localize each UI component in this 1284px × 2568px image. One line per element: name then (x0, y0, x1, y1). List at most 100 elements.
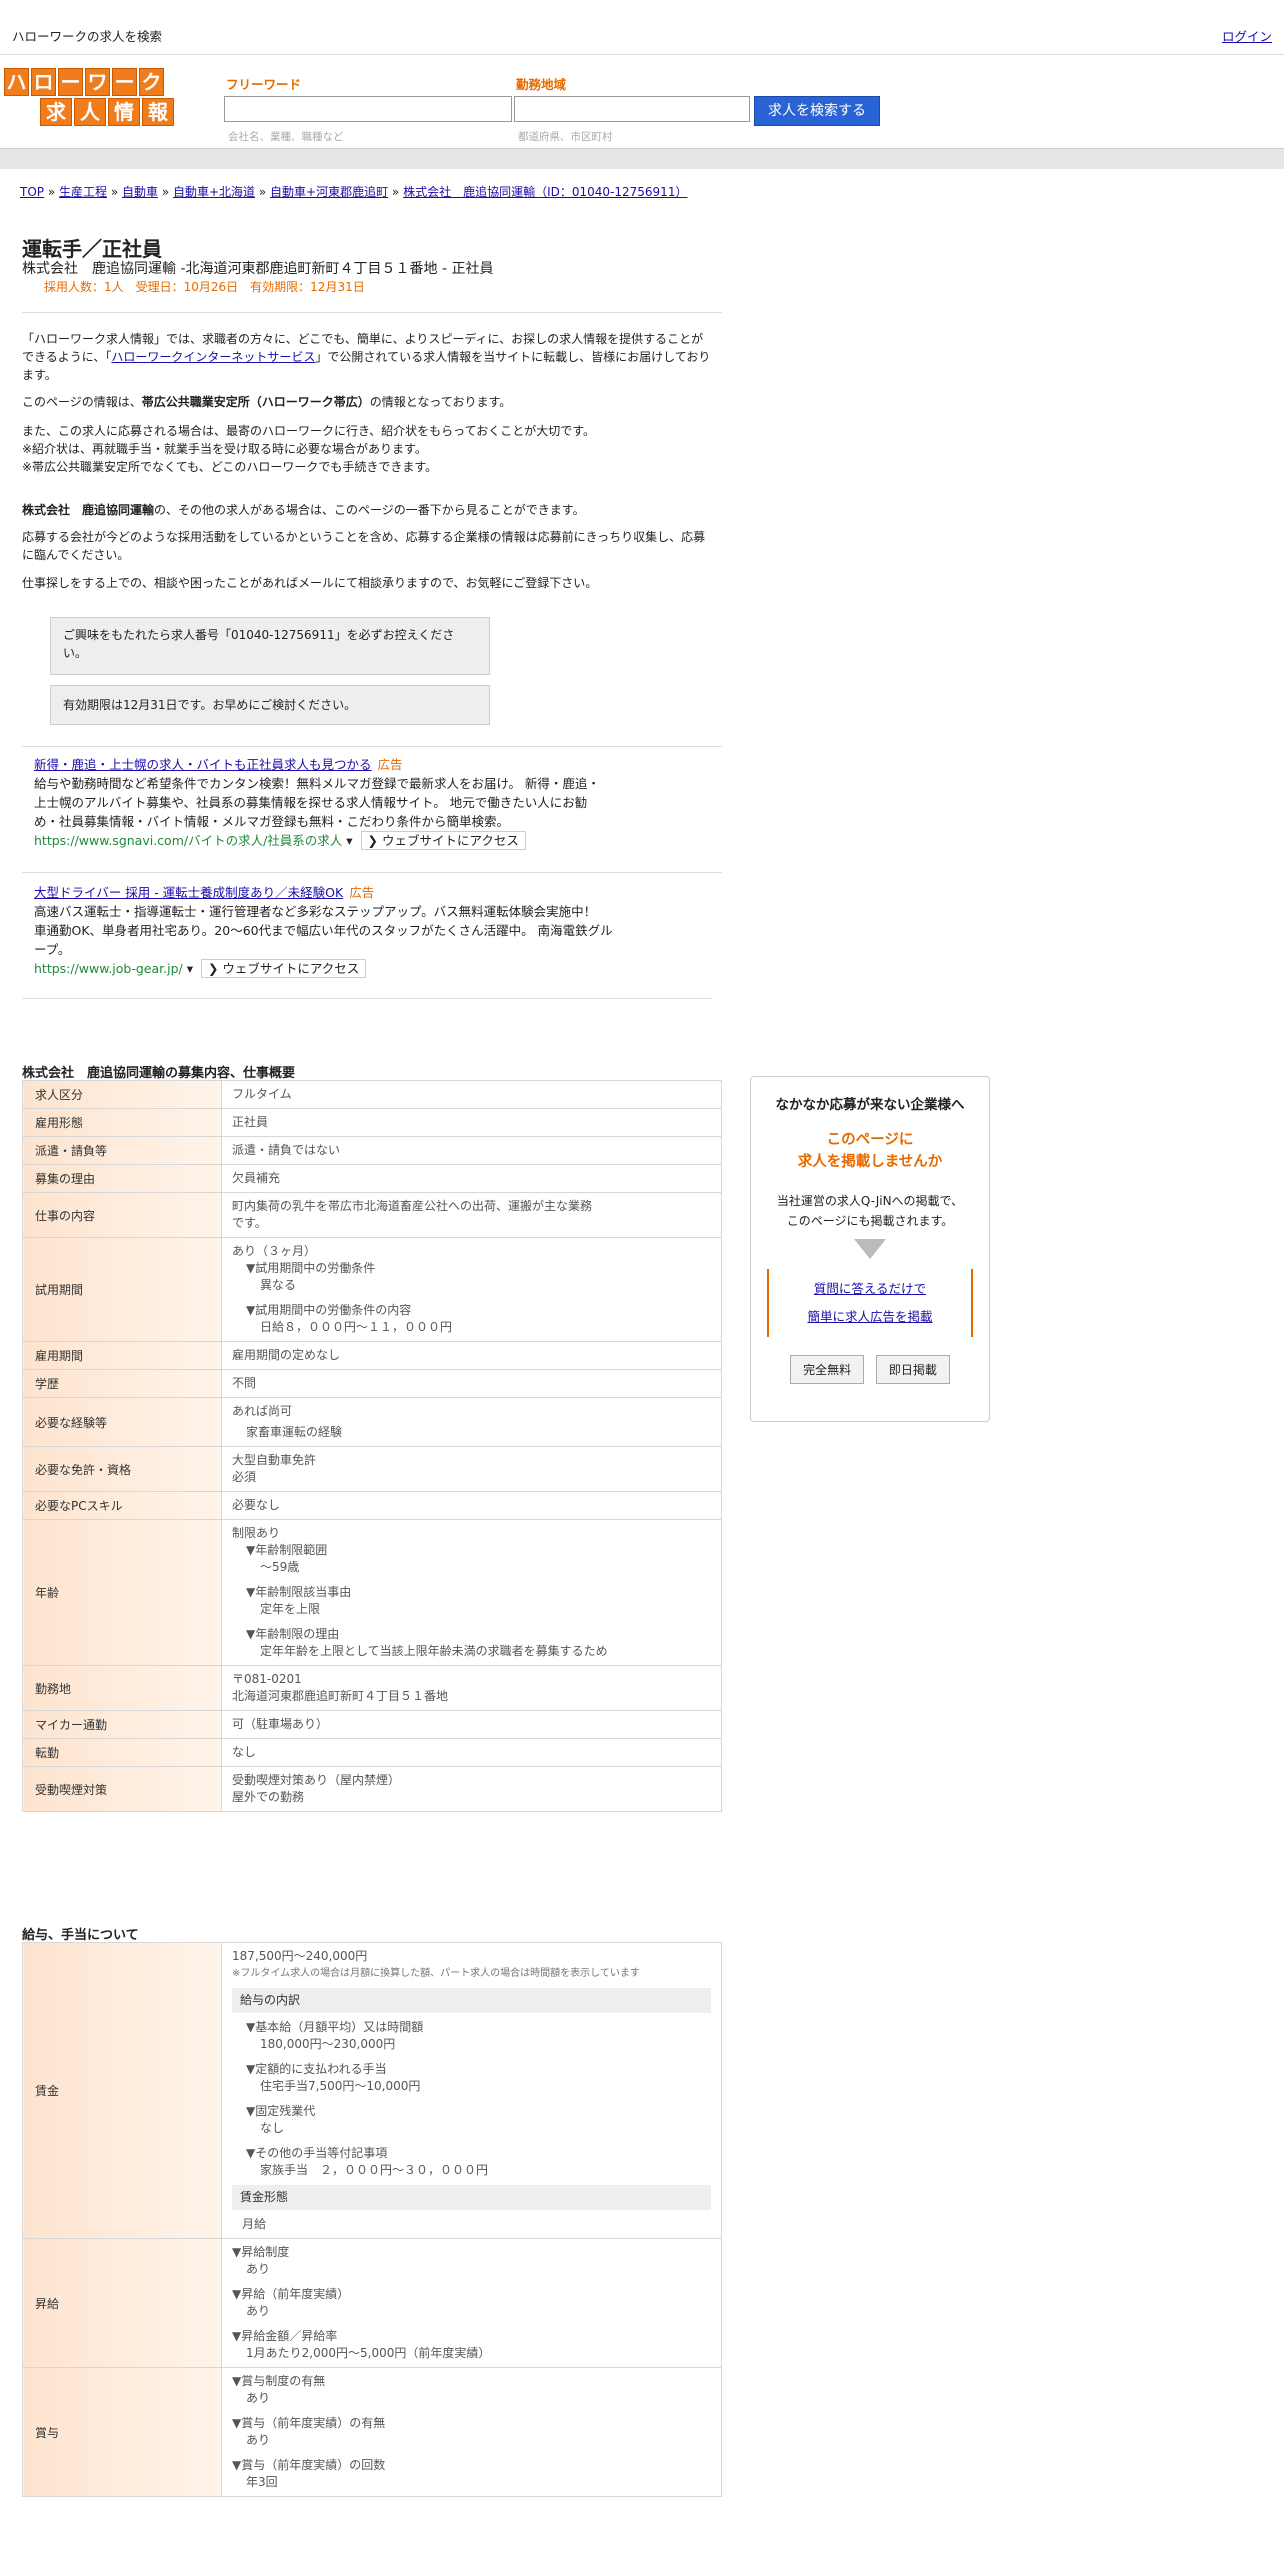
table-row: 学歴 不問 (22, 1369, 722, 1398)
value-line: 定年を上限 (260, 1602, 321, 1616)
value-line: 屋外での勤務 (232, 1790, 305, 1804)
value-line: あり (246, 2304, 271, 2318)
job-details-table: 求人区分 フルタイム 雇用形態 正社員 派遣・請負等 派遣・請負ではない 募集の理由欠… (22, 1080, 722, 1812)
free-badge-button[interactable]: 完全無料 (790, 1355, 865, 1384)
logo-char: ー (112, 68, 137, 96)
intro-paragraph-3: また、この求人に応募される場合は、最寄のハローワークに行き、紹介状をもらっておく… (22, 422, 714, 476)
breadcrumb-link[interactable]: 自動車 (122, 185, 158, 199)
ad-headline[interactable]: 新得・鹿追・上士幌の求人・バイトも正社員求人も見つかる (34, 757, 372, 772)
notice-box: ご興味をもたれたら求人番号「01040-12756911」を必ずお控えください。 (50, 617, 490, 675)
promo-catch-line: このページに (826, 1132, 914, 1148)
row-value: あれば尚可 家畜車運転の経験 (221, 1397, 722, 1447)
row-value: フルタイム (221, 1080, 722, 1109)
row-value: 可（駐車場あり） (221, 1710, 722, 1739)
value-line: ▼試用期間中の労働条件 (246, 1261, 376, 1275)
row-header: 仕事の内容 (22, 1192, 222, 1238)
divider (22, 312, 722, 313)
hellowork-logo[interactable]: ハ ロ ー ワ ー ク 求 人 情 報 (4, 68, 180, 126)
visit-website-button[interactable]: ❯ ウェブサイトにアクセス (200, 959, 367, 978)
freeword-hint: 会社名、業種、職種など (228, 131, 344, 143)
ad-body: ープ。 (34, 942, 71, 957)
hellowork-internet-link[interactable]: ハローワークインターネットサービス (111, 350, 315, 364)
ad-url[interactable]: https://www.sgnavi.com/バイトの求人/社員系の求人 (34, 833, 342, 848)
company-name: 株式会社 鹿追協同運輸 (22, 503, 155, 517)
table-row: 必要な経験等 あれば尚可 家畜車運転の経験 (22, 1397, 722, 1447)
promo-catch: このページに 求人を掲載しませんか (751, 1129, 989, 1173)
row-value: 受動喫煙対策あり（屋内禁煙） 屋外での勤務 (221, 1766, 722, 1812)
row-header: 昇給 (22, 2238, 222, 2368)
row-header: 必要なPCスキル (22, 1491, 222, 1520)
search-button[interactable]: 求人を検索する (754, 96, 880, 126)
logo-char: ハ (4, 68, 29, 96)
row-header: 募集の理由 (22, 1164, 222, 1193)
row-value: 派遣・請負ではない (221, 1136, 722, 1165)
intro-line: ※帯広公共職業安定所でなくても、どこのハローワークでも手続きできます。 (22, 460, 438, 474)
ad-url[interactable]: https://www.job-gear.jp/ (34, 961, 183, 976)
value-line: ▼賞与制度の有無 (232, 2374, 326, 2388)
promo-desc-line: 当社運営の求人Q-JiNへの掲載で、 (776, 1194, 964, 1208)
value-line: 町内集荷の乳牛を帯広市北海道畜産公社への出荷、運搬が主な業務 (232, 1199, 593, 1213)
site-title: ハローワークの求人を検索 (12, 29, 163, 44)
top-bar: ハローワークの求人を検索 ログイン (0, 0, 1284, 55)
table-row: 勤務地 〒081-0201 北海道河東郡鹿追町新町４丁目５１番地 (22, 1665, 722, 1711)
visit-website-button[interactable]: ❯ ウェブサイトにアクセス (360, 831, 526, 850)
table-row: 募集の理由 欠員補充 (22, 1164, 722, 1193)
value-line: 異なる (260, 1278, 297, 1292)
ad-body: め・社員募集情報・バイト情報・メルマガ登録も無料・こだわり条件から簡単検索。 (34, 814, 510, 829)
breadcrumb-link[interactable]: 自動車+北海道 (173, 185, 255, 199)
row-header: 必要な経験等 (22, 1397, 222, 1447)
intro-paragraph-2: このページの情報は、帯広公共職業安定所（ハローワーク帯広）の情報となっております… (22, 393, 714, 411)
logo-char: 報 (142, 98, 174, 126)
value-line: あり (246, 2433, 271, 2447)
row-value: ▼昇給制度 あり ▼昇給（前年度実績） あり ▼昇給金額／昇給率 1月あたり2,… (221, 2238, 722, 2368)
ad-headline[interactable]: 大型ドライバー 採用 - 運転士養成制度あり／未経験OK (34, 885, 343, 900)
intro-line: また、この求人に応募される場合は、最寄のハローワークに行き、紹介状をもらっておく… (22, 424, 596, 438)
row-value: あり（３ヶ月） ▼試用期間中の労働条件 異なる ▼試用期間中の労働条件の内容 日… (221, 1237, 722, 1342)
value-line: 住宅手当7,500円〜10,000円 (260, 2079, 421, 2093)
promo-link[interactable]: 質問に答えるだけで (814, 1281, 926, 1296)
row-value: ▼賞与制度の有無 あり ▼賞与（前年度実績）の有無 あり ▼賞与（前年度実績）の… (221, 2367, 722, 2497)
row-header: マイカー通勤 (22, 1710, 222, 1739)
same-day-button[interactable]: 即日掲載 (875, 1355, 950, 1384)
value-line: 日給８，０００円～１１，０００円 (260, 1320, 453, 1334)
breadcrumb-link[interactable]: 生産工程 (59, 185, 107, 199)
row-value: 欠員補充 (221, 1164, 722, 1193)
value-line: 制限あり (232, 1526, 281, 1540)
office-name: 帯広公共職業安定所（ハローワーク帯広） (141, 395, 370, 409)
table-row: 賃金 187,500円〜240,000円 ※フルタイム求人の場合は月額に換算した… (22, 1942, 722, 2239)
area-input[interactable] (514, 96, 750, 122)
intro-line: ※紹介状は、再就職手当・就業手当を受け取る時に必要な場合があります。 (22, 442, 427, 456)
table-row: 派遣・請負等 派遣・請負ではない (22, 1136, 722, 1165)
logo-char: ク (139, 68, 164, 96)
freeword-input[interactable] (224, 96, 512, 122)
breadcrumb-link[interactable]: TOP (20, 185, 44, 199)
value-line: ▼定額的に支払われる手当 (246, 2062, 387, 2076)
value-line: ▼昇給（前年度実績） (232, 2287, 350, 2301)
table-row: 昇給 ▼昇給制度 あり ▼昇給（前年度実績） あり ▼昇給金額／昇給率 1月あた… (22, 2238, 722, 2368)
row-value: 雇用期間の定めなし (221, 1341, 722, 1370)
promo-link[interactable]: 簡単に求人広告を掲載 (807, 1309, 932, 1324)
value-line: 必須 (232, 1470, 257, 1484)
value-line: 月給 (242, 2217, 267, 2231)
value-line: あり (246, 2391, 271, 2405)
ad-block: 新得・鹿追・上士幌の求人・バイトも正社員求人も見つかる 広告 給与や勤務時間など希… (34, 755, 634, 850)
intro-paragraph-5: 応募する会社が今どのような採用活動をしているかということを含め、応募する企業様の… (22, 530, 706, 562)
value-line: ▼試用期間中の労働条件の内容 (246, 1303, 412, 1317)
divider (22, 872, 722, 873)
row-header: 雇用期間 (22, 1341, 222, 1370)
table-row: 転勤 なし (22, 1738, 722, 1767)
logo-char: ロ (31, 68, 56, 96)
table-row: 求人区分 フルタイム (22, 1080, 722, 1109)
area-hint: 都道府県、市区町村 (518, 131, 613, 143)
value-line: 受動喫煙対策あり（屋内禁煙） (232, 1773, 401, 1787)
value-line: ▼その他の手当等付記事項 (246, 2146, 388, 2160)
breadcrumb-link[interactable]: 株式会社 鹿追協同運輸（ID：01040-12756911） (403, 185, 687, 199)
row-header: 学歴 (22, 1369, 222, 1398)
login-link[interactable]: ログイン (1222, 26, 1272, 45)
breadcrumb-link[interactable]: 自動車+河東郡鹿追町 (270, 185, 388, 199)
promo-box: なかなか応募が来ない企業様へ このページに 求人を掲載しませんか 当社運営の求人… (750, 1076, 990, 1422)
value-line: 大型自動車免許 (232, 1453, 317, 1467)
ad-body: 車通勤OK、単身者用社宅あり。20～60代まで幅広い年代のスタッフがたくさん活躍… (34, 923, 613, 938)
value-line: ▼基本給（月額平均）又は時間額 (246, 2020, 424, 2034)
row-header: 求人区分 (22, 1080, 222, 1109)
